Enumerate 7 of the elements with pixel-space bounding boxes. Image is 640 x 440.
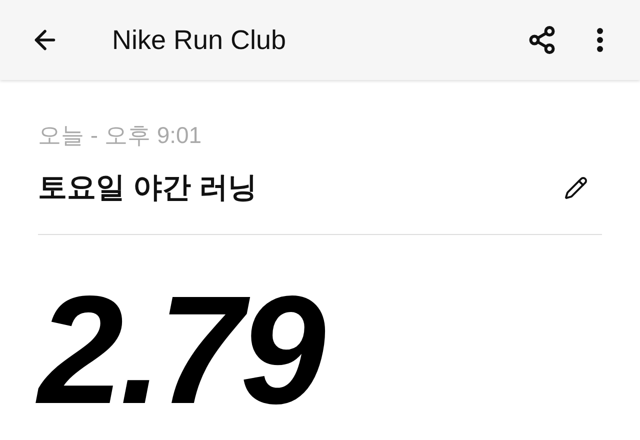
activity-name: 토요일 야간 러닝 bbox=[38, 171, 258, 206]
distance-value: 2.79 bbox=[38, 285, 358, 415]
activity-date: 오늘 - 오후 9:01 bbox=[38, 121, 203, 150]
pencil-icon bbox=[564, 176, 588, 200]
more-icon bbox=[597, 28, 603, 52]
share-icon bbox=[527, 25, 557, 55]
app-title: Nike Run Club bbox=[112, 24, 286, 57]
